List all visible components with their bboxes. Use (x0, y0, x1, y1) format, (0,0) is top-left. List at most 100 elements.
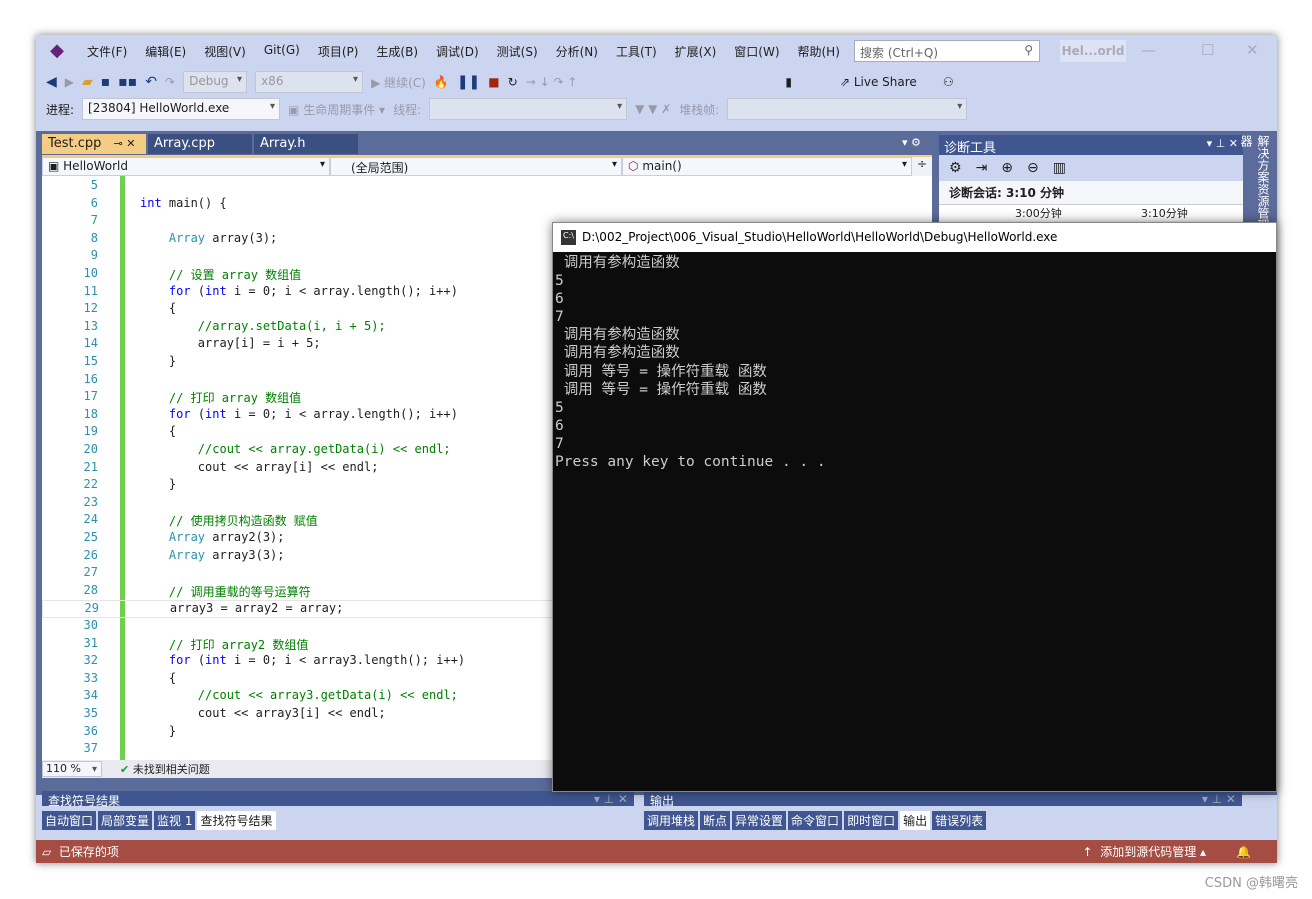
source-control-button[interactable]: ↑ 添加到源代码管理 ▴ (1083, 843, 1207, 860)
status-bar: ▱ 已保存的项 ↑ 添加到源代码管理 ▴ 🔔 (36, 840, 1277, 863)
live-share-button[interactable]: ⇗ Live Share (840, 75, 917, 89)
pane-tab[interactable]: 调用堆栈 (644, 811, 699, 830)
zoom-out-icon[interactable]: ⊖ (1027, 160, 1039, 176)
stop-icon[interactable]: ■ (488, 75, 499, 89)
pane-tab[interactable]: 输出 (900, 811, 931, 830)
code-text: // 打印 array 数组值 (168, 391, 302, 406)
settings-icon[interactable]: ⚙ (949, 160, 962, 176)
pane-tab[interactable]: 即时窗口 (844, 811, 899, 830)
code-text: Array array2(3); (168, 530, 285, 544)
watermark: CSDN @韩曙亮 (1204, 876, 1298, 891)
step-icons[interactable]: → ↓ ↷ ↑ (526, 75, 578, 89)
config-select[interactable]: Debug (183, 71, 248, 93)
line-number: 19 (83, 424, 98, 439)
continue-button[interactable]: ▶ 继续(C) (371, 74, 426, 91)
menu-item[interactable]: 编辑(E) (136, 43, 195, 60)
member-select[interactable]: ⬡ main() (622, 157, 912, 176)
stack-frame-select[interactable] (727, 98, 968, 120)
output-pane: 输出 ▾ ⊥ ✕ 调用堆栈 断点 异常设置 命令窗口 即时窗口 输出 错误列表 (644, 791, 1242, 837)
check-icon: ✔ (120, 763, 130, 776)
back-icon[interactable]: ◀ (46, 74, 57, 90)
issues-status[interactable]: ✔ 未找到相关问题 (120, 761, 210, 777)
menu-item[interactable]: 帮助(H) (789, 43, 849, 60)
zoom-in-icon[interactable]: ⊕ (1001, 160, 1013, 176)
pane-tab[interactable]: 命令窗口 (788, 811, 843, 830)
menu-item[interactable]: 窗口(W) (725, 43, 788, 60)
line-number: 37 (83, 741, 98, 756)
console-window[interactable]: C:\ D:\002_Project\006_Visual_Studio\Hell… (552, 222, 1277, 792)
line-number: 20 (83, 442, 98, 456)
forward-icon[interactable]: ▶ (65, 75, 74, 89)
pane-controls-icon[interactable]: ▾ ⊥ ✕ (594, 792, 628, 806)
search-icon: ⚲ (1024, 43, 1033, 57)
menu-item[interactable]: 测试(S) (488, 43, 547, 60)
close-button[interactable]: ✕ (1246, 41, 1259, 59)
menu-item[interactable]: 分析(N) (547, 43, 607, 60)
bookmark-icon[interactable]: ▮ (785, 75, 792, 89)
undo-icon[interactable]: ↶ (145, 74, 157, 90)
tab-array-cpp[interactable]: Array.cpp (148, 134, 252, 154)
pane-tab[interactable]: 错误列表 (932, 811, 987, 830)
line-number: 22 (83, 477, 98, 492)
code-text: } (140, 723, 177, 738)
pane-tab[interactable]: 监视 1 (154, 811, 196, 830)
tab-array-h[interactable]: Array.h (254, 134, 358, 154)
split-icon[interactable]: ÷ (912, 157, 932, 176)
tab-overflow-icon[interactable]: ▾ ⚙ (902, 136, 921, 149)
window-title: Hel...orld (1060, 40, 1126, 62)
menu-item[interactable]: 调试(D) (427, 43, 488, 60)
save-icon[interactable]: ▪ (101, 74, 111, 90)
code-text: { (140, 670, 177, 685)
code-text: for (int i = 0; i < array3.length(); i++… (168, 653, 466, 668)
scope-select[interactable]: (全局范围) (330, 157, 622, 176)
line-number: 9 (90, 248, 98, 263)
pane-tab[interactable]: 局部变量 (98, 811, 153, 830)
pin-icon[interactable]: ⊸ ✕ (114, 137, 136, 150)
thread-select[interactable] (429, 98, 628, 120)
code-text: //array.setData(i, i + 5); (197, 318, 386, 333)
menu-item[interactable]: Git(G) (255, 43, 309, 60)
redo-icon[interactable]: ↷ (165, 75, 175, 89)
line-number: 36 (83, 723, 98, 738)
line-number: 26 (83, 547, 98, 562)
open-folder-icon[interactable]: ▰ (82, 74, 93, 90)
line-number: 33 (83, 670, 98, 685)
hot-reload-icon[interactable]: 🔥 (434, 75, 449, 89)
menu-item[interactable]: 工具(T) (607, 43, 666, 60)
notification-icon[interactable]: 🔔 (1236, 845, 1251, 859)
platform-select[interactable]: x86 (255, 71, 364, 93)
line-number: 28 (83, 582, 98, 597)
find-symbol-pane: 查找符号结果 ▾ ⊥ ✕ 自动窗口 局部变量 监视 1 查找符号结果 (42, 791, 634, 837)
search-input[interactable]: 搜索 (Ctrl+Q) ⚲ (854, 40, 1040, 62)
line-number: 30 (83, 618, 98, 632)
menu-item[interactable]: 文件(F) (78, 43, 136, 60)
export-icon[interactable]: ⇥ (976, 160, 988, 176)
menu-item[interactable]: 生成(B) (367, 43, 427, 60)
project-select[interactable]: ▣ HelloWorld (42, 157, 330, 176)
tab-test-cpp[interactable]: Test.cpp ⊸ ✕ (42, 134, 146, 154)
pane-tab[interactable]: 查找符号结果 (197, 811, 276, 830)
zoom-select[interactable]: 110 % (42, 761, 102, 777)
maximize-button[interactable]: ☐ (1201, 41, 1214, 59)
lifecycle-events-button[interactable]: ▣ 生命周期事件 ▾ (288, 101, 385, 118)
process-select[interactable]: [23804] HelloWorld.exe (82, 98, 281, 120)
filter-icon[interactable]: ▼ ▼ ✗ (635, 102, 671, 116)
save-all-icon[interactable]: ▪▪ (118, 74, 137, 90)
pause-icon[interactable]: ❚❚ (457, 74, 480, 90)
restart-icon[interactable]: ↻ (508, 75, 518, 89)
pane-tab[interactable]: 异常设置 (732, 811, 787, 830)
feedback-icon[interactable]: ⚇ (943, 75, 954, 89)
line-number: 11 (83, 283, 98, 298)
pane-tab[interactable]: 自动窗口 (42, 811, 97, 830)
menu-item[interactable]: 视图(V) (195, 43, 255, 60)
code-text: //cout << array3.getData(i) << endl; (197, 688, 458, 703)
pane-tab[interactable]: 断点 (700, 811, 731, 830)
menu-item[interactable]: 扩展(X) (666, 43, 726, 60)
panel-controls-icon[interactable]: ▾ ⊥ ✕ (1207, 137, 1238, 150)
minimize-button[interactable]: — (1141, 41, 1156, 59)
menu-item[interactable]: 项目(P) (309, 43, 368, 60)
chart-icon[interactable]: ▥ (1053, 160, 1066, 176)
code-text: array[i] = i + 5; (140, 336, 321, 351)
code-text: //cout << array.getData(i) << endl; (197, 442, 451, 456)
pane-controls-icon[interactable]: ▾ ⊥ ✕ (1202, 792, 1236, 806)
